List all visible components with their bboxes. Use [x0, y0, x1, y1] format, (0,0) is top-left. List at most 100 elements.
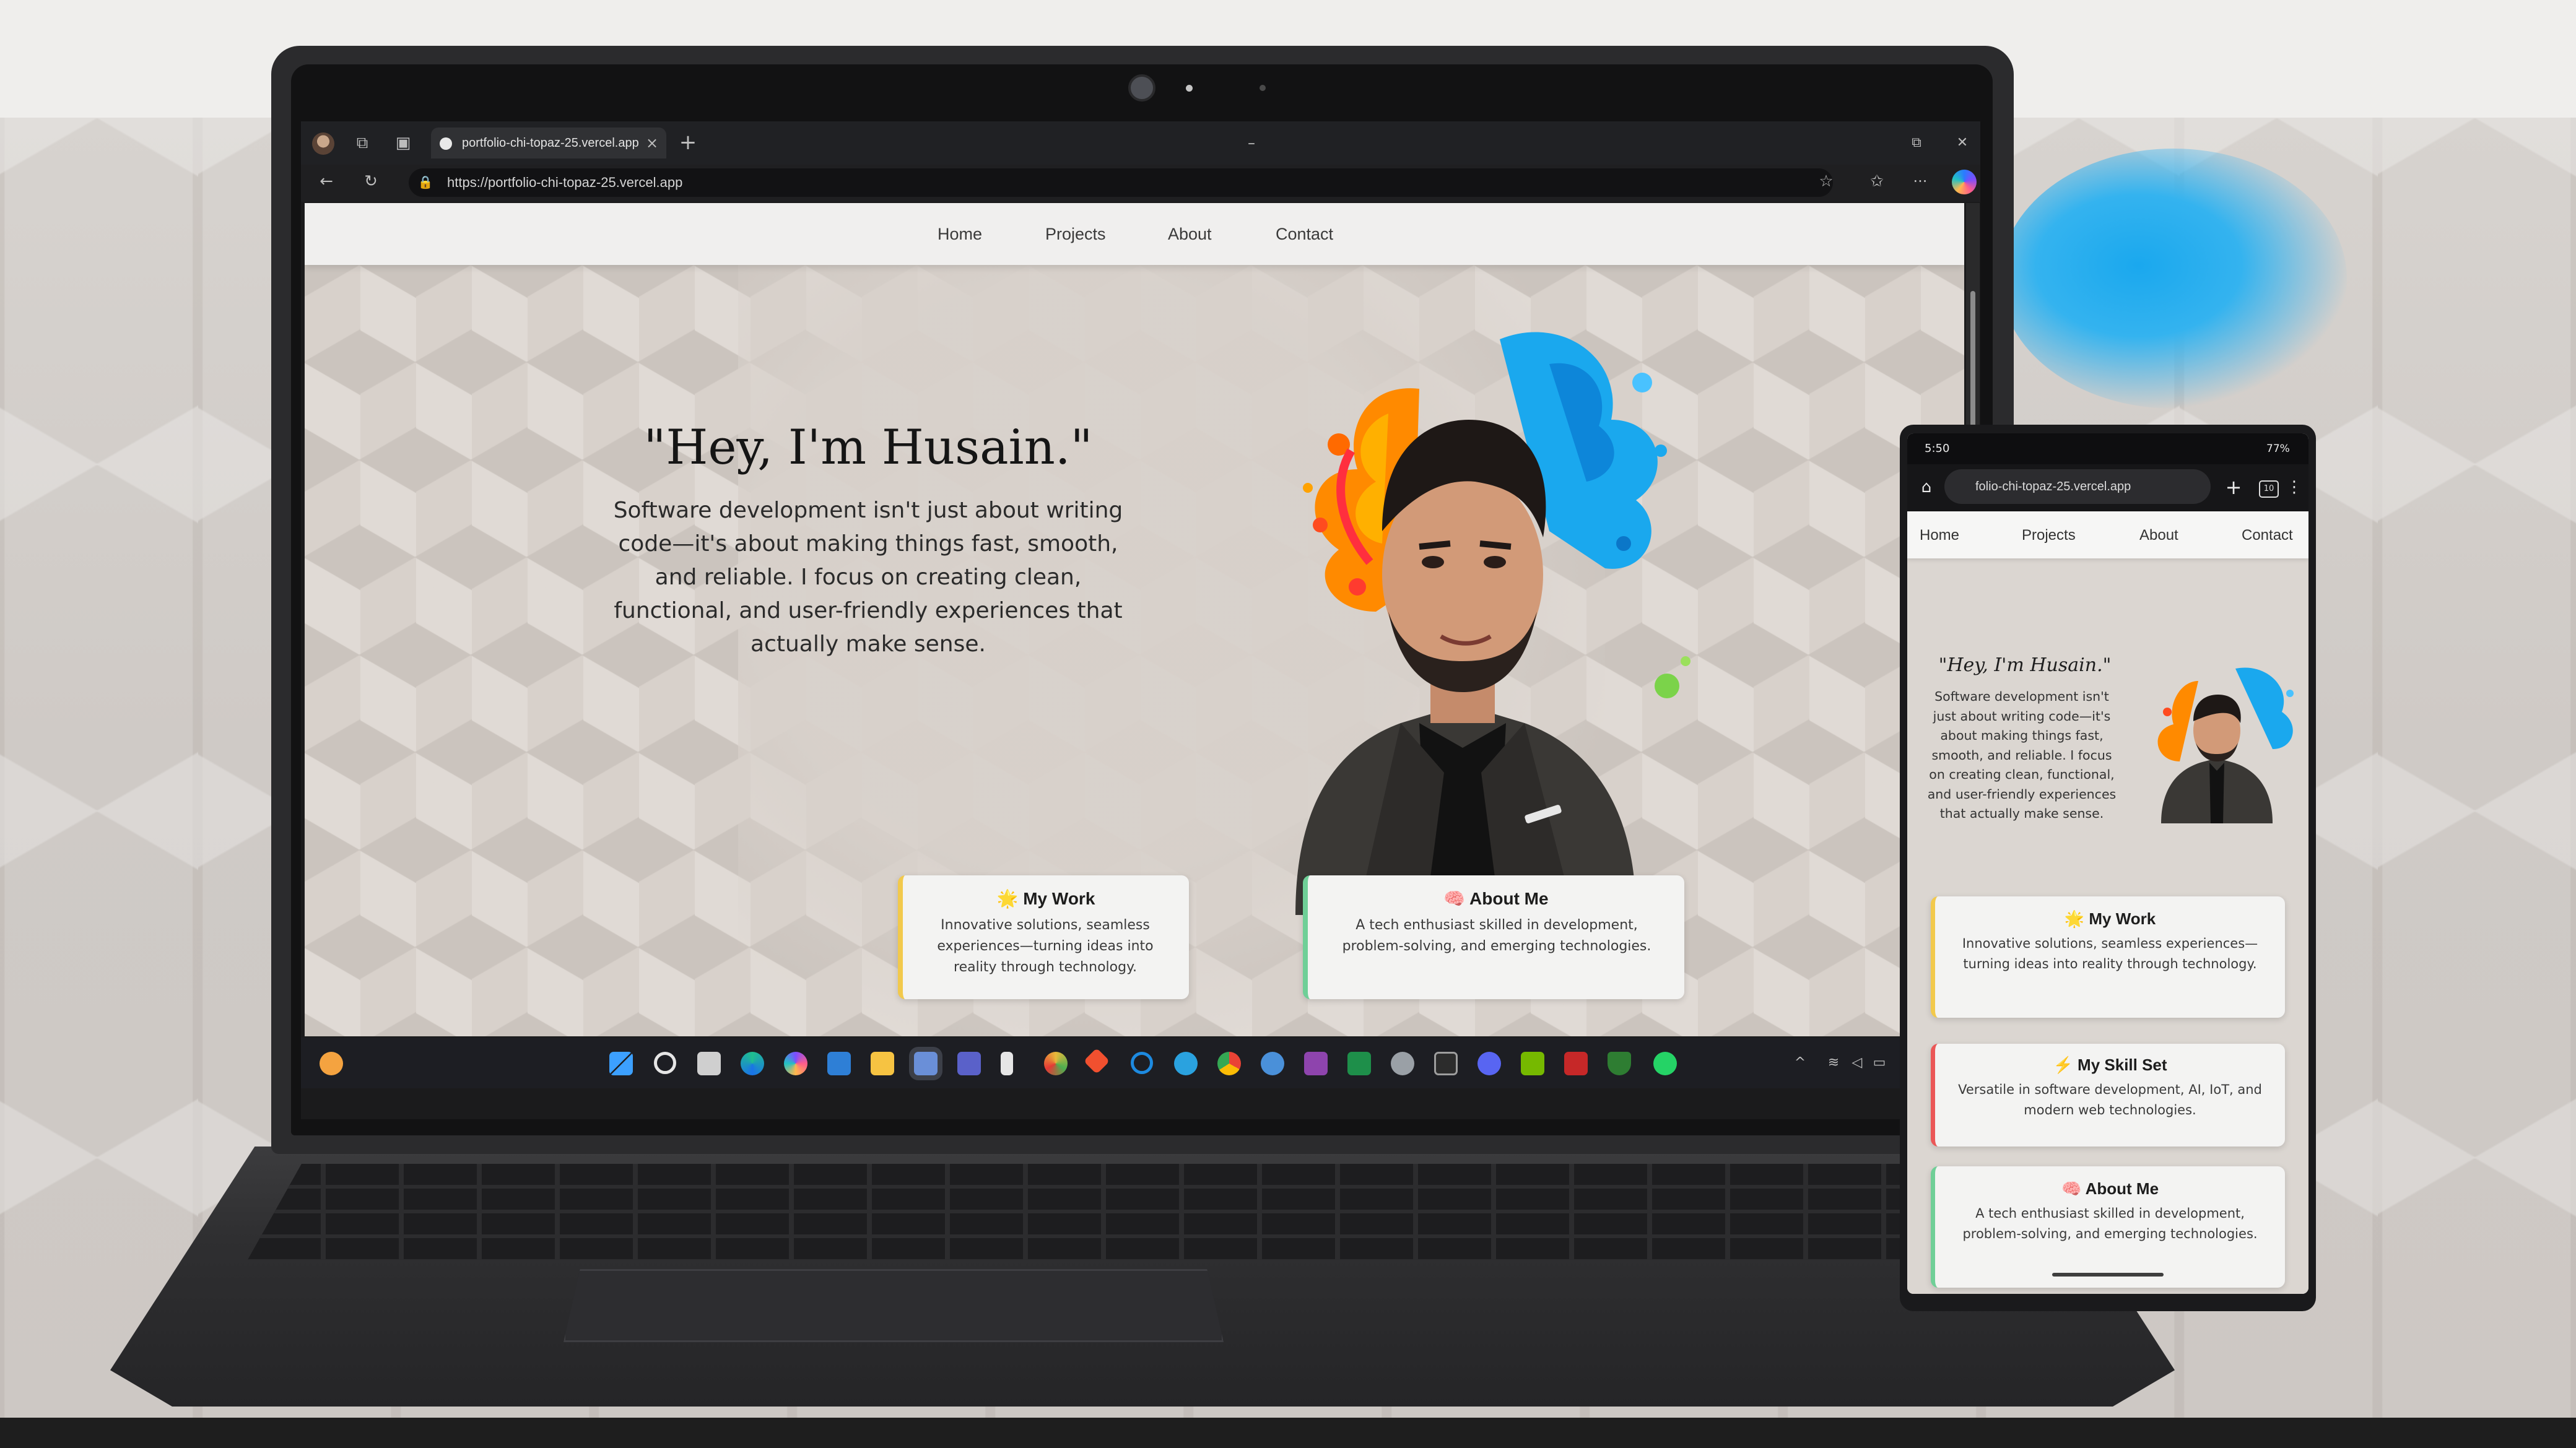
nvidia-icon[interactable]: [1521, 1052, 1544, 1075]
server-manager-icon[interactable]: [1391, 1052, 1414, 1075]
new-tab-icon[interactable]: +: [679, 132, 697, 153]
back-arrow-icon[interactable]: ←: [317, 172, 336, 191]
laptop-keyboard-rows: [248, 1164, 2043, 1260]
profile-portrait: [1295, 332, 1690, 915]
lock-icon[interactable]: 🔒: [416, 173, 435, 191]
phone-card-text-about-me: A tech enthusiast skilled in development…: [1962, 1206, 2258, 1241]
card-title-my-work: 🌟 My Work: [903, 887, 1189, 911]
teams-icon[interactable]: [957, 1052, 981, 1075]
workspaces-icon[interactable]: ⧉: [353, 134, 372, 152]
tab-close-icon[interactable]: ×: [643, 134, 661, 152]
edge-dev-icon[interactable]: [1131, 1052, 1153, 1074]
phone-nav-about[interactable]: About: [2139, 526, 2178, 545]
copilot-icon[interactable]: [1952, 170, 1977, 194]
hero-title: "Hey, I'm Husain.": [643, 420, 1093, 475]
telegram-icon[interactable]: [1174, 1052, 1198, 1075]
window-minimize-button[interactable]: –: [1242, 134, 1261, 152]
phone-profile-portrait: [2157, 667, 2294, 823]
search-icon[interactable]: [654, 1052, 676, 1074]
browser-tab-title: portfolio-chi-topaz-25.vercel.app: [462, 136, 639, 150]
phone-card-my-work[interactable]: 🌟 My Work Innovative solutions, seamless…: [1931, 896, 2285, 1018]
phone-tabs-count-icon[interactable]: 10: [2259, 480, 2279, 498]
phone-nav-home[interactable]: Home: [1920, 526, 1959, 545]
people-icon[interactable]: [1261, 1052, 1284, 1075]
card-title-text: My Skill Set: [2078, 1056, 2167, 1074]
vertical-tabs-icon[interactable]: ▣: [394, 134, 412, 152]
start-icon[interactable]: [609, 1052, 633, 1075]
phone-home-icon[interactable]: ⌂: [1917, 478, 1936, 496]
phone-hero-title: "Hey, I'm Husain.": [1938, 654, 2112, 676]
phone-card-title-my-work: 🌟 My Work: [1935, 908, 2285, 930]
widgets-icon[interactable]: [320, 1052, 343, 1075]
card-text-about-me: A tech enthusiast skilled in development…: [1342, 917, 1651, 954]
phone-hero-description: Software development isn't just about wr…: [1927, 689, 2117, 821]
more-menu-icon[interactable]: ···: [1911, 172, 1930, 191]
brain-icon: 🧠: [2061, 1179, 2082, 1198]
background-blue-splash: [2000, 149, 2347, 409]
phone-card-title-skill-set: ⚡ My Skill Set: [1935, 1054, 2285, 1076]
favorite-star-icon[interactable]: ☆: [1817, 172, 1835, 191]
excel-icon[interactable]: [1347, 1052, 1371, 1075]
copilot-taskbar-icon[interactable]: [784, 1052, 807, 1075]
phone-home-indicator[interactable]: [2052, 1273, 2164, 1277]
phone-new-tab-icon[interactable]: +: [2224, 477, 2243, 497]
phone-address-url[interactable]: folio-chi-topaz-25.vercel.app: [1975, 477, 2204, 496]
window-close-button[interactable]: ✕: [1953, 134, 1972, 152]
chrome-icon[interactable]: [1217, 1052, 1241, 1075]
website-viewport: Home Projects About Contact "Hey, I'm Hu…: [305, 203, 1964, 1036]
webcam: [1128, 74, 1155, 102]
calculator-icon[interactable]: [1564, 1052, 1588, 1075]
window-maximize-button[interactable]: ⧉: [1907, 134, 1926, 152]
battery-icon[interactable]: ▭: [1870, 1054, 1889, 1072]
phone-nav-projects[interactable]: Projects: [2022, 526, 2076, 545]
card-text-my-work: Innovative solutions, seamless experienc…: [937, 917, 1154, 975]
terminal-icon[interactable]: [1434, 1052, 1458, 1075]
phone-card-text-my-work: Innovative solutions, seamless experienc…: [1962, 936, 2258, 971]
wifi-icon[interactable]: ≋: [1824, 1054, 1843, 1072]
card-title-text: My Work: [1023, 889, 1095, 908]
phone-screen: 5:50 77% ⌂ folio-chi-topaz-25.vercel.app…: [1907, 433, 2308, 1294]
profile-avatar[interactable]: [312, 132, 334, 155]
bottom-edge: [0, 1418, 2576, 1448]
phone-menu-icon[interactable]: ⋮: [2285, 478, 2304, 496]
nav-projects[interactable]: Projects: [1045, 220, 1106, 248]
chrome-canary-icon[interactable]: [1044, 1052, 1068, 1075]
file-explorer-icon[interactable]: [871, 1052, 894, 1075]
phone-card-skill-set[interactable]: ⚡ My Skill Set Versatile in software dev…: [1931, 1044, 2285, 1147]
visual-studio-icon[interactable]: [1304, 1052, 1328, 1075]
lightning-icon: ⚡: [2053, 1056, 2073, 1074]
hero-description: Software development isn't just about wr…: [613, 498, 1123, 657]
whatsapp-icon[interactable]: [1653, 1052, 1677, 1075]
phone-clock: 5:50: [1925, 442, 1950, 455]
phone-battery-level: 77%: [2266, 443, 2290, 455]
webcam-sensor: [1260, 85, 1266, 91]
tray-chevron-up-icon[interactable]: ^: [1791, 1054, 1809, 1072]
edge-icon[interactable]: [741, 1052, 764, 1075]
volume-icon[interactable]: ◁: [1848, 1054, 1866, 1072]
nav-about[interactable]: About: [1168, 220, 1212, 248]
star-icon: 🌟: [2064, 909, 2085, 928]
address-bar-url[interactable]: https://portfolio-chi-topaz-25.vercel.ap…: [447, 172, 1004, 193]
security-shield-icon[interactable]: [1608, 1052, 1631, 1075]
photos-icon[interactable]: [914, 1052, 938, 1075]
phone-status-bar: 5:50 77%: [1907, 433, 2308, 464]
person-head: [1382, 420, 1546, 723]
code-editor-icon[interactable]: [1001, 1052, 1013, 1075]
brain-icon: 🧠: [1443, 889, 1466, 908]
card-my-work[interactable]: 🌟 My Work Innovative solutions, seamless…: [898, 875, 1189, 999]
phone-card-about-me[interactable]: 🧠 About Me A tech enthusiast skilled in …: [1931, 1166, 2285, 1288]
store-icon[interactable]: [827, 1052, 851, 1075]
refresh-icon[interactable]: ↻: [362, 172, 380, 191]
card-title-text: About Me: [2085, 1179, 2159, 1198]
phone-card-text-skill-set: Versatile in software development, AI, I…: [1958, 1082, 2262, 1117]
nav-home[interactable]: Home: [938, 220, 982, 248]
star-icon: 🌟: [996, 889, 1019, 908]
favorites-icon[interactable]: ✩: [1868, 172, 1886, 191]
task-view-icon[interactable]: [697, 1052, 721, 1075]
nav-contact[interactable]: Contact: [1276, 220, 1333, 248]
site-navbar: [305, 203, 1964, 265]
site-favicon-icon: [440, 137, 452, 150]
phone-nav-contact[interactable]: Contact: [2242, 526, 2293, 545]
card-about-me[interactable]: 🧠 About Me A tech enthusiast skilled in …: [1303, 875, 1684, 999]
discord-icon[interactable]: [1477, 1052, 1501, 1075]
